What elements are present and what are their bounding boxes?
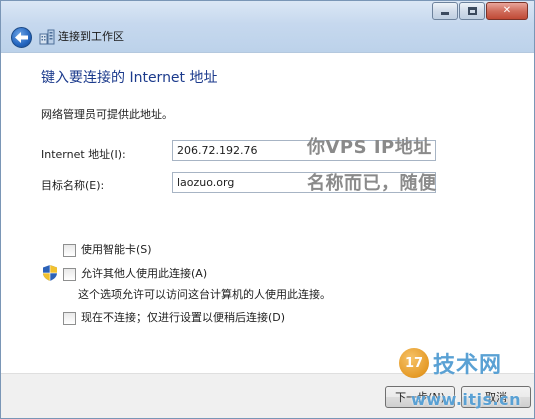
back-button[interactable] (11, 27, 32, 48)
page-description: 网络管理员可提供此地址。 (41, 108, 173, 121)
smartcard-checkbox[interactable] (63, 243, 76, 257)
allow-others-option[interactable]: 允许其他人使用此连接(A) (63, 267, 207, 281)
wizard-window: ✕ 连接到工作区 键入要连接的 Internet 地址 网络管理员可提供此地址。… (0, 0, 535, 419)
watermark-badge: 17 (399, 348, 429, 378)
watermark-url: www.itjs.cn (411, 390, 521, 409)
window-title: 连接到工作区 (58, 30, 124, 43)
allow-others-label: 允许其他人使用此连接(A) (81, 267, 208, 280)
address-annotation: 你VPS IP地址 (307, 137, 432, 158)
connect-later-checkbox[interactable] (63, 311, 76, 325)
watermark-logo: 17 技术网 (399, 347, 502, 379)
page-heading: 键入要连接的 Internet 地址 (41, 70, 218, 86)
minimize-icon (441, 12, 449, 15)
title-bar: ✕ 连接到工作区 (1, 1, 534, 53)
caption-buttons: ✕ (432, 2, 528, 22)
smartcard-label: 使用智能卡(S) (81, 243, 152, 256)
allow-others-checkbox[interactable] (63, 267, 76, 281)
name-annotation: 名称而已，随便 (307, 173, 437, 194)
internet-address-label: Internet 地址(I): (41, 148, 126, 161)
network-workplace-icon (39, 29, 55, 45)
allow-others-description: 这个选项允许可以访问这台计算机的人使用此连接。 (78, 288, 331, 301)
maximize-icon (467, 7, 477, 15)
uac-shield-icon (43, 265, 57, 281)
close-icon: ✕ (502, 5, 512, 16)
smartcard-option[interactable]: 使用智能卡(S) (63, 243, 152, 257)
minimize-button[interactable] (432, 2, 458, 20)
back-arrow-icon (15, 32, 28, 43)
maximize-button[interactable] (459, 2, 485, 20)
connect-later-option[interactable]: 现在不连接；仅进行设置以便稍后连接(D) (63, 311, 285, 325)
watermark-brand: 技术网 (433, 353, 503, 378)
close-button[interactable]: ✕ (486, 2, 528, 20)
destination-name-label: 目标名称(E): (41, 179, 105, 192)
connect-later-label: 现在不连接；仅进行设置以便稍后连接(D) (81, 311, 286, 324)
